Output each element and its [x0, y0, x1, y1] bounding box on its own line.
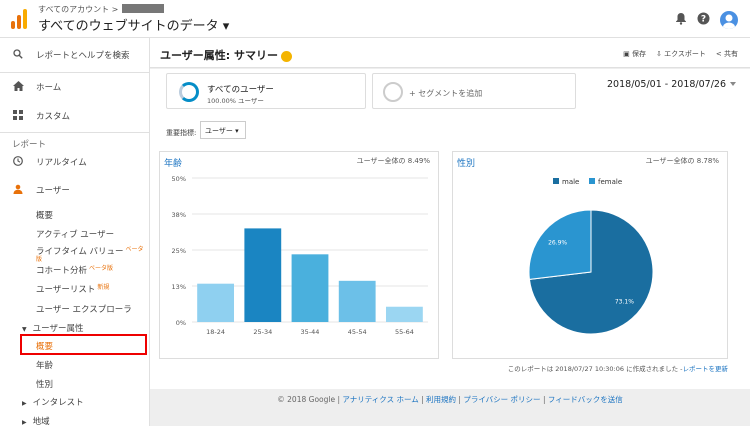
caret-right-icon: ▶	[22, 400, 27, 407]
bar	[244, 228, 282, 322]
sidebar-demo-age[interactable]: 年齢	[36, 359, 53, 371]
sidebar-sub-overview[interactable]: 概要	[36, 209, 53, 221]
caret-right-icon: ▶	[22, 419, 27, 426]
export-icon: ⇩	[656, 50, 665, 58]
y-tick-label: 0%	[176, 319, 186, 327]
y-tick-label: 50%	[172, 175, 186, 183]
bell-icon[interactable]	[675, 10, 687, 29]
gender-pie-chart: male female 73.1% 26.9%	[528, 178, 654, 335]
gender-panel: 性別 ユーザー全体の 8.78% male female 73.1% 26.9%	[452, 151, 728, 359]
page-footer: © 2018 Google | アナリティクス ホーム | 利用規約 | プライ…	[277, 395, 623, 404]
page-header: ユーザー属性: サマリー ▣ 保存 ⇩ エクスポート < 共有	[150, 38, 750, 68]
share-button[interactable]: < 共有	[716, 49, 738, 59]
age-panel-title: 年齢	[164, 159, 183, 169]
caret-down-icon: ▼	[22, 326, 27, 333]
share-icon: <	[715, 50, 724, 58]
sidebar-item-custom[interactable]: カスタム	[0, 105, 150, 127]
x-tick-label: 55-64	[395, 328, 414, 336]
pie-data-label: 73.1%	[615, 299, 634, 306]
highlight-box	[20, 334, 147, 355]
age-panel-pct: ユーザー全体の 8.49%	[356, 157, 430, 165]
sidebar-sub-geo[interactable]: ▶ 地域	[22, 415, 50, 427]
legend-swatch	[589, 178, 595, 184]
sidebar-sub-user-list[interactable]: ユーザーリスト 新規	[36, 283, 109, 295]
reports-header: レポート	[12, 140, 47, 150]
bar	[291, 254, 329, 322]
analytics-home-link[interactable]: アナリティクス ホーム	[342, 395, 418, 404]
new-badge: 新規	[97, 284, 110, 291]
export-button[interactable]: ⇩ エクスポート	[656, 49, 706, 59]
sidebar-search[interactable]: レポートとヘルプを検索	[0, 44, 150, 66]
x-tick-label: 25-34	[253, 328, 272, 336]
refresh-report-link[interactable]: レポートを更新	[683, 365, 729, 373]
legend-label: female	[598, 178, 622, 186]
view-selector[interactable]: すべてのウェブサイトのデータ ▾	[38, 15, 229, 34]
top-bar: すべてのアカウント > すべてのウェブサイトのデータ ▾ ?	[0, 0, 750, 38]
legend-swatch	[553, 178, 559, 184]
y-tick-label: 25%	[172, 247, 186, 255]
clock-icon	[12, 155, 24, 169]
sidebar-sub-interests[interactable]: ▶ インタレスト	[22, 396, 84, 408]
add-segment-button[interactable]: + セグメントを追加	[372, 73, 576, 109]
y-tick-label: 38%	[172, 211, 186, 219]
main-area: ユーザー属性: サマリー ▣ 保存 ⇩ エクスポート < 共有 すべてのユーザー…	[150, 38, 750, 426]
gender-panel-title: 性別	[457, 159, 476, 169]
y-tick-label: 13%	[172, 283, 186, 291]
sidebar-demo-gender[interactable]: 性別	[36, 378, 53, 390]
legend-label: male	[562, 178, 579, 186]
bar	[385, 306, 423, 322]
age-bar-chart: 0% 13% 25% 38% 50% 18-24 25-34 35-44 45-54 55-64	[172, 175, 428, 336]
metric-select[interactable]: ユーザー ▾	[200, 121, 246, 139]
search-icon	[12, 48, 24, 62]
account-breadcrumb[interactable]: すべてのアカウント >	[38, 4, 118, 15]
pie-data-label: 26.9%	[548, 239, 567, 246]
feedback-link[interactable]: フィードバックを送信	[548, 395, 623, 404]
sidebar-item-home[interactable]: ホーム	[0, 76, 150, 98]
person-icon	[12, 184, 24, 197]
report-content: すべてのユーザー 100.00% ユーザー + セグメントを追加 2018/05…	[150, 69, 750, 389]
segment-ring-icon	[179, 82, 199, 102]
verified-check-icon	[281, 50, 293, 62]
empty-segment-icon	[383, 82, 403, 102]
bar	[197, 283, 235, 322]
date-range-picker[interactable]: 2018/05/01 - 2018/07/26	[607, 79, 726, 90]
bar	[338, 280, 376, 322]
sidebar-item-realtime[interactable]: リアルタイム	[0, 151, 150, 173]
account-name-redacted	[122, 4, 164, 13]
sidebar: レポートとヘルプを検索 ホーム カスタム レポート リアルタイム ユーザー 概要…	[0, 38, 150, 427]
custom-icon	[12, 109, 24, 123]
privacy-link[interactable]: プライバシー ポリシー	[463, 395, 540, 404]
sidebar-sub-user-explorer[interactable]: ユーザー エクスプローラ	[36, 303, 132, 315]
save-icon: ▣	[623, 50, 633, 58]
sidebar-item-audience[interactable]: ユーザー	[0, 179, 150, 201]
chevron-down-icon[interactable]	[730, 82, 736, 86]
sidebar-sub-cohort[interactable]: コホート分析 ベータ版	[36, 264, 113, 276]
gender-panel-pct: ユーザー全体の 8.78%	[645, 157, 719, 165]
terms-link[interactable]: 利用規約	[426, 395, 456, 404]
help-icon[interactable]: ?	[697, 10, 710, 29]
age-panel: 年齢 ユーザー全体の 8.49% 0% 13% 25% 38% 50% 18-24 25-3…	[159, 151, 439, 359]
analytics-logo-icon[interactable]	[10, 8, 28, 30]
avatar[interactable]	[720, 10, 738, 29]
segment-all-users[interactable]: すべてのユーザー 100.00% ユーザー	[166, 73, 366, 109]
sidebar-sub-active-users[interactable]: アクティブ ユーザー	[36, 228, 114, 240]
x-tick-label: 35-44	[301, 328, 320, 336]
x-tick-label: 45-54	[348, 328, 367, 336]
beta-badge: ベータ版	[89, 265, 114, 272]
sidebar-sub-demographics[interactable]: ▼ ユーザー属性	[22, 322, 83, 334]
x-tick-label: 18-24	[206, 328, 225, 336]
svg-text:?: ?	[701, 15, 706, 25]
page-title: ユーザー属性: サマリー	[160, 47, 293, 63]
save-button[interactable]: ▣ 保存	[623, 49, 646, 59]
home-icon	[12, 80, 24, 94]
report-generated-note: このレポートは 2018/07/27 10:30:06 に作成されました -レポ…	[507, 365, 729, 373]
metric-label: 重要指標:	[166, 129, 197, 137]
